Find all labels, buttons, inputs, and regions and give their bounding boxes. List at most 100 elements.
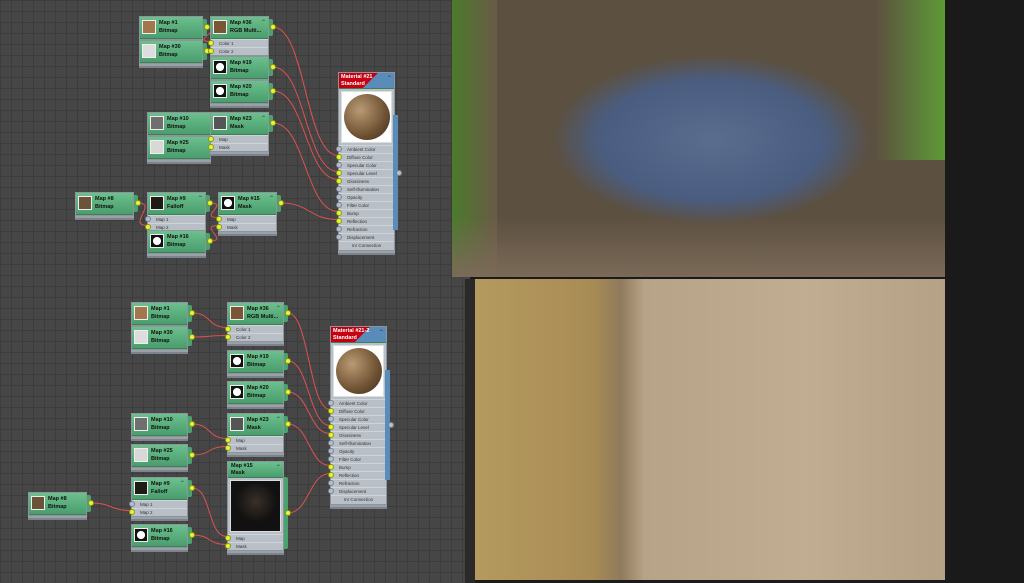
node-map-9[interactable]: Map #9 Falloff − Map 1 Map 2 [129, 477, 195, 517]
material-slot[interactable]: Diffuse Color [328, 407, 386, 415]
wire-connection[interactable] [287, 423, 331, 466]
output-port[interactable] [189, 310, 195, 316]
input-port[interactable] [328, 488, 334, 494]
output-port[interactable] [135, 200, 141, 206]
input-slot[interactable]: Color 1 [208, 39, 268, 47]
minimize-button[interactable]: − [276, 463, 280, 469]
minimize-button[interactable]: − [379, 328, 383, 334]
material-slot[interactable]: Glossiness [336, 177, 394, 185]
wire-connection[interactable] [137, 202, 148, 226]
node-map-36[interactable]: Map #36 RGB Multi... − Color 1 Color 2 [225, 302, 291, 342]
minimize-button[interactable]: − [261, 18, 265, 24]
wire-connection[interactable] [272, 26, 339, 156]
output-port[interactable] [189, 532, 195, 538]
node-header[interactable]: Map #1 Bitmap [132, 303, 187, 325]
input-slot[interactable]: Map [225, 436, 283, 444]
input-slot[interactable]: Mask [225, 444, 283, 452]
minimize-button[interactable]: − [269, 194, 273, 200]
input-port[interactable] [225, 535, 231, 541]
material-slot[interactable]: Displacement [336, 233, 394, 241]
input-port[interactable] [129, 509, 135, 515]
material-slot[interactable]: Displacement [328, 487, 386, 495]
input-port[interactable] [208, 48, 214, 54]
material-slot[interactable]: Opacity [328, 447, 386, 455]
node-header[interactable]: Map #20 Bitmap [228, 382, 283, 404]
input-slot[interactable]: Map [225, 534, 283, 542]
output-port[interactable] [285, 421, 291, 427]
wire-connection[interactable] [90, 502, 132, 511]
node-header[interactable]: Map #9 Falloff − [148, 193, 205, 215]
input-slot[interactable]: Color 1 [225, 325, 283, 333]
node-header[interactable]: Map #16 Bitmap [148, 231, 205, 253]
node-header[interactable]: Map #23 Mask − [211, 113, 268, 135]
input-port[interactable] [328, 472, 334, 478]
wire-connection[interactable] [287, 312, 331, 410]
input-slot[interactable]: Color 2 [225, 333, 283, 341]
node-header[interactable]: Map #25 Bitmap [148, 137, 210, 159]
input-port[interactable] [328, 400, 334, 406]
input-slot[interactable]: Color 2 [208, 47, 268, 55]
node-map-30[interactable]: Map #30 Bitmap [131, 326, 195, 350]
node-header[interactable]: Map #19 Bitmap [211, 57, 268, 79]
input-slot[interactable]: Map [216, 215, 276, 223]
output-port[interactable] [270, 24, 276, 30]
input-slot[interactable]: Map 1 [145, 215, 205, 223]
input-port[interactable] [336, 210, 342, 216]
input-port[interactable] [225, 326, 231, 332]
node-map-19[interactable]: Map #19 Bitmap [210, 56, 276, 80]
material-slot[interactable]: Ambient Color [336, 145, 394, 153]
node-header[interactable]: Map #9 Falloff − [132, 478, 187, 500]
minimize-button[interactable]: − [261, 114, 265, 120]
input-slot[interactable]: Map 1 [129, 500, 187, 508]
node-map-8[interactable]: Map #8 Bitmap [28, 492, 94, 516]
output-port[interactable] [189, 421, 195, 427]
minimize-button[interactable]: − [387, 74, 391, 80]
output-port[interactable] [88, 500, 94, 506]
material-header[interactable]: Material #21-2 Standard − [331, 327, 386, 343]
input-port[interactable] [336, 218, 342, 224]
input-port[interactable] [208, 144, 214, 150]
output-port[interactable] [189, 334, 195, 340]
input-port[interactable] [336, 146, 342, 152]
node-header[interactable]: Map #36 RGB Multi... − [211, 17, 268, 39]
node-header[interactable]: Map #25 Bitmap [132, 445, 187, 467]
input-port[interactable] [225, 334, 231, 340]
wire-connection[interactable] [191, 487, 228, 537]
material-slot[interactable]: Self-Illumination [336, 185, 394, 193]
node-map-10[interactable]: Map #10 Bitmap [147, 112, 218, 136]
node-header[interactable]: Map #8 Bitmap [29, 493, 86, 515]
input-port[interactable] [216, 224, 222, 230]
node-map-36[interactable]: Map #36 RGB Multi... − Color 1 Color 2 [208, 16, 276, 56]
minimize-button[interactable]: − [180, 479, 184, 485]
node-header[interactable]: Map #23 Mask − [228, 414, 283, 436]
node-map-15[interactable]: Map #15 Mask − Map Mask [225, 461, 291, 551]
node-map-1[interactable]: Map #1 Bitmap [139, 16, 210, 40]
slate-material-editor-view[interactable]: Map #1 Bitmap Map #30 Bitmap Map #36 RGB Mult… [0, 0, 470, 583]
input-port[interactable] [208, 136, 214, 142]
node-map-1[interactable]: Map #1 Bitmap [131, 302, 195, 326]
input-slot[interactable]: Mask [216, 223, 276, 231]
node-map-8[interactable]: Map #8 Bitmap [75, 192, 141, 216]
node-header[interactable]: Map #15 Mask − [228, 462, 283, 478]
input-port[interactable] [225, 437, 231, 443]
material-node[interactable]: Material #21-2 Standard − Ambient Color Diff… [328, 326, 387, 505]
input-slot[interactable]: Map 2 [129, 508, 187, 516]
wire-connection[interactable] [191, 534, 228, 545]
input-port[interactable] [216, 216, 222, 222]
input-port[interactable] [336, 202, 342, 208]
input-port[interactable] [336, 170, 342, 176]
input-port[interactable] [129, 501, 135, 507]
wire-connection[interactable] [287, 391, 331, 434]
input-slot[interactable]: Mask [208, 143, 268, 151]
minimize-button[interactable]: − [198, 194, 202, 200]
material-slot[interactable]: Specular Level [328, 423, 386, 431]
output-port[interactable] [285, 510, 291, 516]
wire-connection[interactable] [272, 90, 339, 180]
material-output-port[interactable] [388, 422, 394, 428]
material-slot[interactable]: Refraction [328, 479, 386, 487]
node-map-10[interactable]: Map #10 Bitmap [131, 413, 195, 437]
minimize-button[interactable]: − [276, 415, 280, 421]
material-slot[interactable]: Bump [336, 209, 394, 217]
input-port[interactable] [336, 226, 342, 232]
input-port[interactable] [336, 186, 342, 192]
